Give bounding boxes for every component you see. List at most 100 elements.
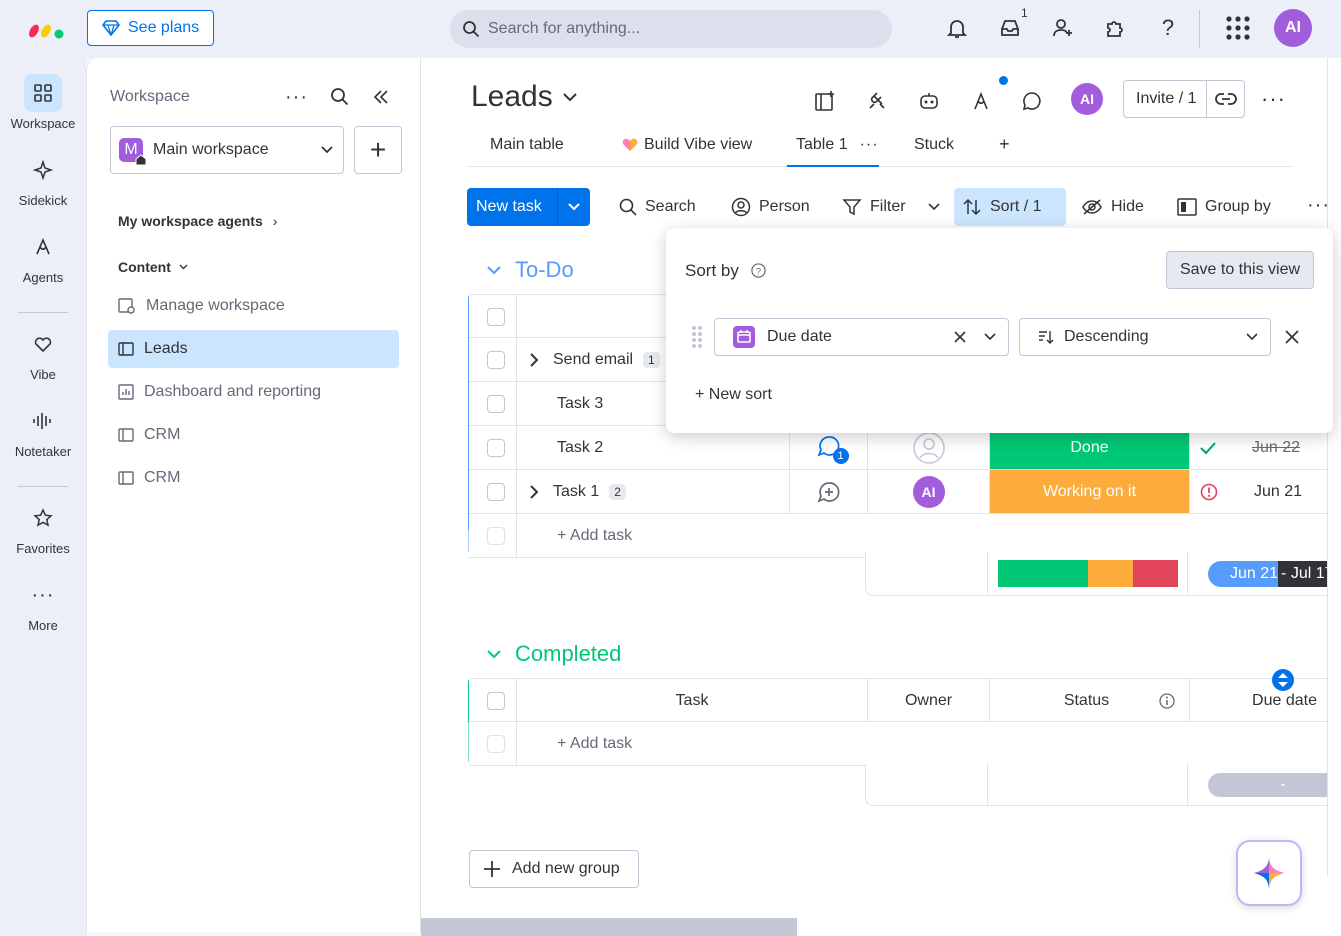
workspace-agents-link[interactable]: My workspace agents ›: [118, 213, 277, 229]
timeline-summary[interactable]: -: [1208, 773, 1341, 797]
help-icon[interactable]: ?: [751, 263, 766, 278]
tab-options-icon[interactable]: ···: [860, 136, 879, 154]
integrate-plug-icon[interactable]: [864, 88, 890, 114]
column-sort-indicator-icon[interactable]: [1271, 668, 1295, 692]
see-plans-label: See plans: [128, 19, 200, 36]
search-icon[interactable]: [330, 87, 350, 107]
apps-puzzle-icon[interactable]: [1101, 14, 1129, 42]
sort-tool[interactable]: Sort / 1: [954, 188, 1066, 226]
row-checkbox[interactable]: [486, 438, 505, 457]
workspace-options-icon[interactable]: ···: [285, 86, 308, 109]
rail-item-agents[interactable]: Agents: [0, 228, 86, 285]
sort-popup-title: Sort by: [685, 261, 739, 280]
owner-column-header[interactable]: Owner: [868, 679, 990, 722]
owner-cell[interactable]: AI: [868, 470, 990, 513]
clear-icon[interactable]: [954, 331, 966, 343]
global-search-input[interactable]: Search for anything...: [450, 10, 892, 48]
row-checkbox[interactable]: [486, 482, 505, 501]
board-title[interactable]: Leads: [471, 80, 577, 114]
content-section-toggle[interactable]: Content: [118, 259, 188, 275]
select-all-checkbox[interactable]: [486, 307, 505, 326]
monday-logo-icon[interactable]: [28, 16, 66, 40]
see-plans-button[interactable]: See plans: [87, 10, 214, 46]
task-cell[interactable]: Task 1 2: [517, 470, 790, 513]
filter-tool[interactable]: Filter: [834, 188, 948, 226]
nav-item-crm[interactable]: CRM: [108, 416, 399, 454]
ai-sparkle-icon: [1254, 858, 1284, 888]
board-user-avatar[interactable]: AI: [1071, 83, 1103, 115]
due-date-cell[interactable]: Jun 21: [1190, 470, 1341, 513]
add-item-button[interactable]: +: [354, 126, 402, 174]
rail-item-more[interactable]: ··· More: [0, 576, 86, 634]
tab-build-vibe-view[interactable]: Build Vibe view: [622, 136, 752, 154]
add-task-cell[interactable]: + Add task: [517, 722, 1341, 765]
rail-item-workspace[interactable]: Workspace: [0, 74, 86, 131]
user-avatar[interactable]: AI: [1274, 9, 1312, 47]
column-header-label: Status: [1063, 691, 1110, 709]
tab-main-table[interactable]: Main table: [490, 136, 564, 154]
tab-stuck[interactable]: Stuck: [914, 136, 954, 154]
workspace-selector[interactable]: M Main workspace: [110, 126, 344, 174]
sort-column-dropdown[interactable]: Due date: [714, 318, 1009, 356]
add-view-button[interactable]: +: [999, 134, 1010, 155]
hide-tool[interactable]: Hide: [1073, 188, 1152, 226]
person-tool[interactable]: Person: [723, 188, 818, 226]
due-date-column-header[interactable]: Due date: [1190, 679, 1341, 722]
notifications-bell-icon[interactable]: [943, 14, 971, 42]
add-new-group-button[interactable]: Add new group: [469, 850, 639, 888]
updates-chat-icon[interactable]: [1019, 88, 1045, 114]
select-all-checkbox[interactable]: [486, 691, 505, 710]
nav-item-manage-workspace[interactable]: Manage workspace: [108, 287, 399, 325]
nav-item-leads[interactable]: Leads: [108, 330, 399, 368]
select-all-cell: [475, 679, 517, 722]
group-by-tool[interactable]: Group by: [1169, 188, 1279, 226]
invite-button[interactable]: Invite / 1: [1123, 80, 1245, 118]
workspace-panel: Workspace ··· M Main workspace + My work…: [86, 58, 421, 932]
group-header-todo[interactable]: To-Do: [487, 257, 574, 283]
status-column-header[interactable]: Status: [990, 679, 1190, 722]
rail-item-sidekick[interactable]: Sidekick: [0, 151, 86, 208]
task-column-header[interactable]: Task: [517, 679, 868, 722]
table-row[interactable]: Task 1 2 AI Working on it Jun 21: [469, 470, 1341, 514]
nav-item-crm[interactable]: CRM: [108, 459, 399, 497]
info-icon[interactable]: [1159, 692, 1175, 709]
sidekick-ai-button[interactable]: [1236, 840, 1302, 906]
horizontal-scrollbar-thumb[interactable]: [421, 918, 797, 936]
workspace-avatar: M: [119, 138, 147, 165]
updates-cell[interactable]: [790, 470, 868, 513]
new-task-button[interactable]: New task: [467, 188, 590, 226]
expand-subitems-icon[interactable]: [529, 484, 539, 499]
help-question-icon[interactable]: ?: [1154, 14, 1182, 42]
new-sort-button[interactable]: + New sort: [695, 386, 772, 404]
inbox-icon[interactable]: [996, 14, 1024, 42]
tab-table-1[interactable]: Table 1 ···: [796, 136, 879, 154]
agent-icon[interactable]: [968, 88, 994, 114]
sort-order-dropdown[interactable]: Descending: [1019, 318, 1271, 356]
invite-members-icon[interactable]: [1049, 14, 1077, 42]
add-task-cell[interactable]: + Add task: [517, 514, 1341, 557]
add-view-icon[interactable]: [812, 88, 838, 114]
expand-subitems-icon[interactable]: [529, 352, 539, 367]
rail-item-notetaker[interactable]: Notetaker: [0, 402, 86, 459]
settings-board-icon: [118, 298, 135, 314]
board-options-icon[interactable]: ···: [1261, 86, 1286, 112]
drag-handle-icon[interactable]: [691, 325, 703, 349]
chevron-down-icon[interactable]: [568, 203, 580, 211]
row-checkbox[interactable]: [486, 394, 505, 413]
save-to-view-button[interactable]: Save to this view: [1166, 251, 1314, 289]
nav-item-dashboard[interactable]: Dashboard and reporting: [108, 373, 399, 411]
add-task-row[interactable]: + Add task: [469, 722, 1341, 766]
rail-item-favorites[interactable]: Favorites: [0, 499, 86, 556]
automate-robot-icon[interactable]: [916, 88, 942, 114]
status-distribution-bar[interactable]: [998, 560, 1178, 587]
rail-item-vibe[interactable]: Vibe: [0, 325, 86, 382]
collapse-panel-icon[interactable]: [372, 88, 390, 106]
vertical-scrollbar[interactable]: [1327, 58, 1341, 876]
row-checkbox[interactable]: [486, 350, 505, 369]
search-tool[interactable]: Search: [611, 188, 704, 226]
app-switcher-grid-icon[interactable]: [1224, 14, 1252, 42]
timeline-summary[interactable]: Jun 21 - Jul 17: [1208, 561, 1341, 587]
group-header-completed[interactable]: Completed: [487, 641, 621, 667]
status-cell[interactable]: Working on it: [990, 470, 1190, 513]
remove-sort-icon[interactable]: [1285, 330, 1299, 344]
